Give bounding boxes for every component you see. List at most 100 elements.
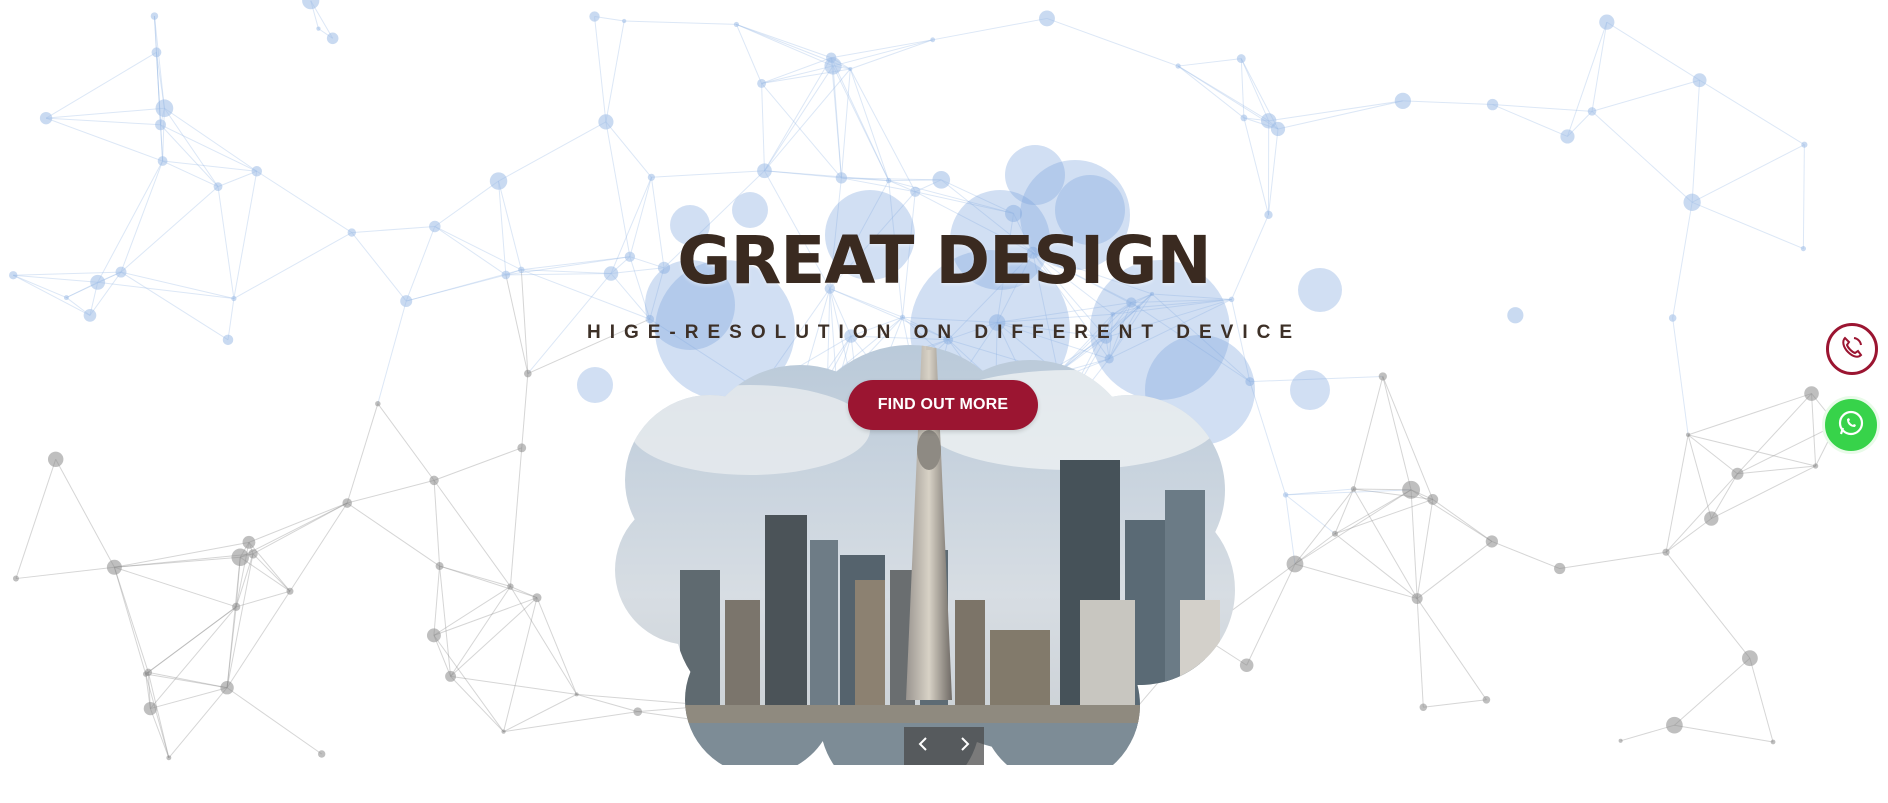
network-line bbox=[932, 17, 1048, 41]
network-node bbox=[47, 451, 64, 468]
network-node bbox=[733, 21, 739, 28]
network-node bbox=[507, 583, 514, 590]
network-line bbox=[536, 597, 578, 695]
network-line bbox=[1491, 540, 1560, 569]
network-node bbox=[1560, 129, 1575, 144]
network-line bbox=[832, 39, 933, 67]
network-node bbox=[166, 755, 172, 761]
network-line bbox=[1382, 376, 1412, 490]
network-line bbox=[346, 403, 379, 504]
network-node bbox=[150, 12, 159, 20]
network-node bbox=[143, 701, 157, 716]
network-node bbox=[1742, 650, 1758, 667]
network-node bbox=[1685, 432, 1691, 438]
network-node bbox=[622, 18, 627, 24]
network-line bbox=[761, 57, 832, 84]
network-line bbox=[1294, 489, 1412, 565]
network-line bbox=[450, 676, 504, 733]
network-node bbox=[1554, 562, 1566, 575]
network-line bbox=[160, 124, 219, 187]
network-node bbox=[1427, 494, 1439, 505]
network-line bbox=[289, 502, 348, 592]
network-line bbox=[1737, 465, 1816, 475]
network-node bbox=[517, 443, 527, 453]
network-line bbox=[433, 480, 441, 567]
network-line bbox=[1046, 17, 1179, 67]
network-line bbox=[1240, 58, 1270, 122]
network-line bbox=[605, 20, 625, 122]
network-line bbox=[736, 23, 832, 59]
network-node bbox=[930, 37, 936, 43]
network-node bbox=[375, 400, 381, 407]
network-line bbox=[1177, 65, 1245, 119]
network-node bbox=[248, 549, 258, 559]
network-line bbox=[346, 502, 440, 567]
chevron-left-icon bbox=[916, 736, 932, 757]
network-node bbox=[232, 602, 241, 611]
hero-subtitle: HIGE-RESOLUTION ON DIFFERENT DEVICE bbox=[586, 322, 1302, 343]
network-line bbox=[433, 597, 538, 636]
network-line bbox=[433, 480, 511, 587]
network-line bbox=[498, 121, 607, 182]
network-line bbox=[1382, 376, 1434, 500]
network-line bbox=[1277, 100, 1403, 130]
network-node bbox=[1668, 314, 1677, 322]
network-node bbox=[213, 182, 223, 192]
network-line bbox=[433, 447, 522, 481]
network-line bbox=[624, 20, 737, 25]
hero-title: GREAT DESIGN bbox=[677, 222, 1211, 299]
network-line bbox=[1334, 533, 1418, 599]
network-line bbox=[439, 565, 452, 677]
network-node bbox=[574, 692, 579, 697]
network-line bbox=[113, 567, 147, 675]
network-node bbox=[1331, 530, 1338, 537]
network-line bbox=[46, 107, 165, 119]
network-node bbox=[342, 498, 352, 508]
network-node bbox=[155, 99, 174, 118]
network-line bbox=[1737, 424, 1837, 475]
network-node bbox=[286, 587, 294, 595]
network-node bbox=[598, 114, 614, 130]
network-node bbox=[1801, 141, 1808, 148]
network-line bbox=[439, 565, 511, 587]
network-node bbox=[1419, 703, 1428, 712]
network-line bbox=[217, 170, 257, 188]
slider-next-button[interactable] bbox=[944, 727, 984, 765]
network-line bbox=[1699, 79, 1805, 146]
phone-call-button[interactable] bbox=[1826, 323, 1878, 375]
network-node bbox=[1411, 593, 1423, 605]
network-line bbox=[149, 606, 237, 709]
network-line bbox=[434, 180, 499, 227]
network-line bbox=[252, 553, 291, 592]
hero-section: GREAT DESIGN HIGE-RESOLUTION ON DIFFEREN… bbox=[0, 0, 1888, 765]
network-line bbox=[145, 606, 237, 675]
network-line bbox=[45, 117, 163, 162]
network-line bbox=[145, 673, 228, 689]
network-node bbox=[1175, 63, 1181, 69]
find-out-more-button[interactable]: FIND OUT MORE bbox=[848, 380, 1038, 430]
network-node bbox=[1236, 54, 1246, 64]
network-node bbox=[1770, 739, 1776, 745]
network-node bbox=[1804, 386, 1819, 401]
slider-prev-button[interactable] bbox=[904, 727, 944, 765]
network-line bbox=[1559, 551, 1667, 570]
network-node bbox=[106, 559, 122, 575]
network-line bbox=[1749, 658, 1774, 743]
network-node bbox=[1692, 73, 1707, 88]
network-line bbox=[1294, 488, 1355, 565]
network-node bbox=[1485, 535, 1498, 548]
network-line bbox=[1674, 724, 1774, 743]
network-line bbox=[15, 459, 57, 579]
network-node bbox=[1618, 738, 1623, 743]
network-node bbox=[429, 475, 439, 486]
network-line bbox=[1591, 79, 1700, 112]
network-line bbox=[1416, 499, 1434, 599]
network-line bbox=[1691, 144, 1805, 203]
chevron-right-icon bbox=[956, 736, 972, 757]
network-line bbox=[1416, 598, 1487, 701]
network-node bbox=[1486, 98, 1499, 111]
network-line bbox=[1811, 393, 1817, 467]
network-line bbox=[1334, 489, 1412, 535]
whatsapp-button[interactable] bbox=[1822, 396, 1880, 454]
network-line bbox=[503, 597, 538, 732]
